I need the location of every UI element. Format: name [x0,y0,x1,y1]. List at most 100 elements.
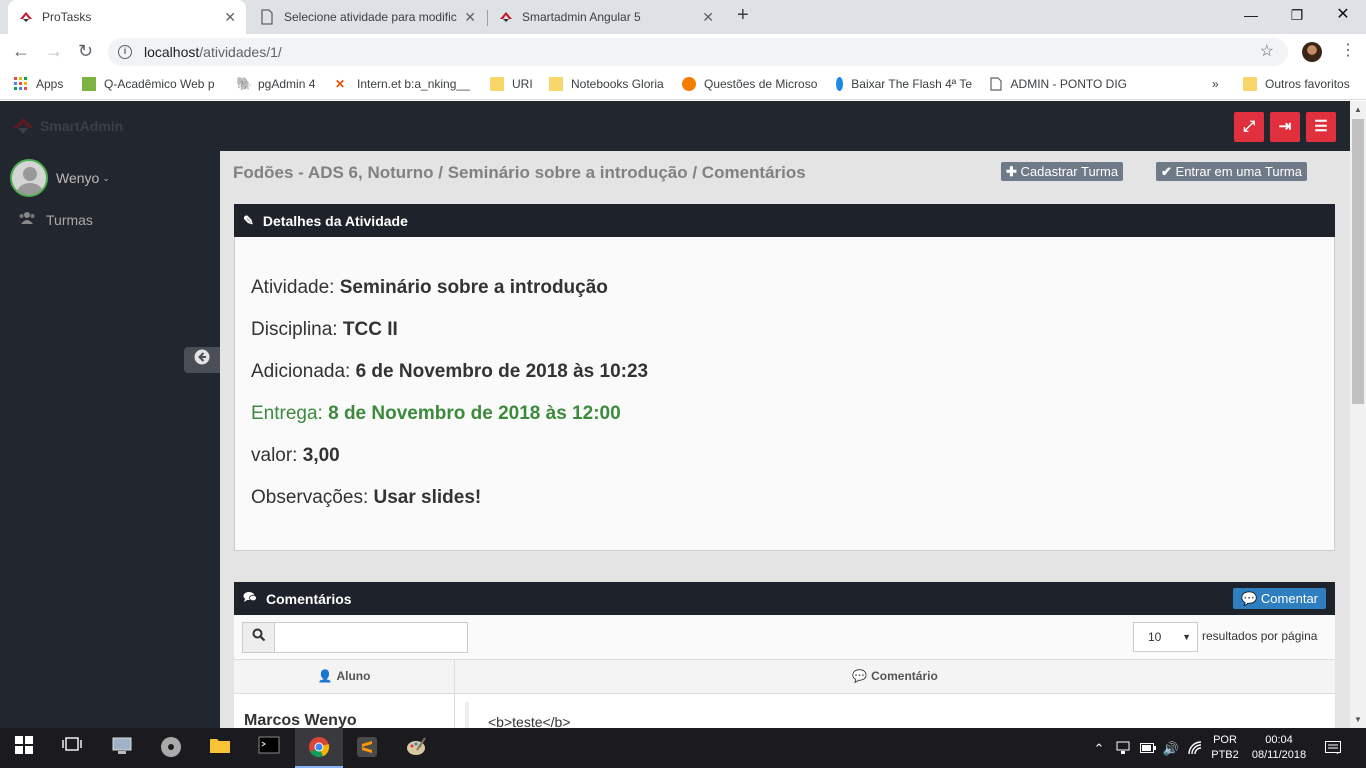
app-header: SmartAdmin ⤢ ⇥ ☰ [0,101,1350,151]
bookmark-outros-favoritos[interactable]: Outros favoritos [1243,77,1350,91]
entrar-turma-button[interactable]: ✔ Entrar em uma Turma [1156,162,1307,181]
cadastrar-turma-button[interactable]: ✚ Cadastrar Turma [1001,162,1124,181]
detail-value: 8 de Novembro de 2018 às 12:00 [328,403,621,424]
bookmark-questoes[interactable]: Questões de Microso [682,77,818,91]
logout-button[interactable]: ⇥ [1270,112,1300,142]
fullscreen-icon: ⤢ [1242,118,1255,135]
table-filter-bar: 10 ▼ resultados por página [234,615,1335,659]
clock-time: 00:04 [1265,734,1293,746]
column-header-comentario[interactable]: 💬 Comentário [455,660,1335,693]
logout-icon: ⇥ [1278,118,1292,135]
bookmark-pgadmin[interactable]: 🐘 pgAdmin 4 [236,77,315,91]
app-logo: SmartAdmin [12,116,123,136]
bookmark-q-academico[interactable]: Q-Acadêmico Web p [82,77,218,91]
document-icon [260,9,276,25]
minify-sidebar-button[interactable] [184,347,220,373]
tray-chevron-up-icon[interactable]: ⌃ [1090,728,1108,768]
terminal-icon[interactable] [257,736,281,760]
battery-icon[interactable] [1138,728,1158,768]
chevron-down-icon: ⌄ [102,172,110,183]
tab-protasks[interactable]: ProTasks ✕ [8,0,246,34]
menu-icon: ☰ [1314,118,1328,135]
bookmark-uri[interactable]: URI [490,77,533,91]
bookmark-star-icon[interactable]: ☆ [1260,41,1274,61]
forward-icon[interactable]: → [45,41,63,62]
keyboard-layout: PTB2 [1211,749,1239,761]
tab-selecione[interactable]: Selecione atividade para modific ✕ [250,0,486,34]
table-row: Marcos Wenyo <b>teste</b> [234,694,1335,728]
bookmark-label: Notebooks Gloria [571,77,664,91]
minimize-icon[interactable]: — [1228,0,1274,30]
bookmark-baixar[interactable]: Baixar The Flash 4ª Te [836,77,972,91]
scrollbar-thumb[interactable] [1352,119,1364,404]
restore-icon[interactable]: ❐ [1274,0,1320,30]
search-input[interactable] [274,622,468,653]
detail-value: 6 de Novembro de 2018 às 10:23 [355,361,649,382]
page-scrollbar[interactable]: ▲ ▼ [1350,101,1366,728]
reload-icon[interactable]: ↻ [78,41,93,62]
column-header-aluno[interactable]: 👤 Aluno [234,660,454,693]
bookmark-apps[interactable]: Apps [14,77,63,91]
browser-menu-icon[interactable]: ⋮ [1340,40,1356,60]
bookmarks-overflow-icon[interactable]: » [1212,77,1219,91]
address-bar[interactable]: i localhost/atividades/1/ ☆ [108,38,1288,66]
blockquote-bar [465,702,469,728]
users-icon [18,211,36,228]
pgadmin-elephant-icon: 🐘 [236,77,253,91]
windows-start-icon[interactable] [12,736,36,760]
disc-icon[interactable] [159,736,183,760]
detail-label: Atividade: [251,277,340,298]
sidebar: Wenyo ⌄ Turmas [0,151,220,728]
tray-network-drive-icon[interactable] [1112,728,1134,768]
tab-smartadmin[interactable]: Smartadmin Angular 5 ✕ [488,0,724,34]
profile-avatar[interactable] [1302,42,1322,62]
bookmarks-bar: Apps Q-Acadêmico Web p 🐘 pgAdmin 4 ✕ Inter… [0,70,1366,100]
close-icon[interactable]: ✕ [702,9,714,26]
page-size-value: 10 [1148,630,1162,644]
sublime-icon[interactable] [355,736,379,760]
detail-value: TCC II [342,319,398,340]
windows-taskbar: ⌃ 🔊 POR PTB2 00:04 08/11/2018 [0,728,1366,768]
computer-icon[interactable] [110,736,134,760]
chrome-icon[interactable] [307,736,331,760]
scroll-down-icon[interactable]: ▼ [1354,715,1362,724]
detail-observacoes: Observações: Usar slides! [251,487,481,509]
page-title: Fodões - ADS 6, Noturno / Seminário sobr… [233,163,806,182]
page-size-select[interactable]: 10 ▼ [1133,622,1198,652]
language-indicator[interactable]: POR PTB2 [1208,728,1242,768]
back-icon[interactable]: ← [12,41,30,62]
menu-button[interactable]: ☰ [1306,112,1336,142]
new-tab-icon[interactable]: + [737,4,749,27]
sidebar-item-turmas[interactable]: Turmas [18,211,93,228]
close-icon[interactable]: ✕ [224,9,236,26]
url-host: localhost [144,44,200,60]
fullscreen-button[interactable]: ⤢ [1234,112,1264,142]
bookmark-label: URI [512,77,533,91]
detail-adicionada: Adicionada: 6 de Novembro de 2018 às 10:… [251,361,648,383]
task-view-icon[interactable] [60,736,84,760]
button-label: Cadastrar Turma [1020,164,1119,179]
close-icon[interactable]: ✕ [464,9,476,26]
notifications-icon[interactable] [1320,728,1346,768]
user-info[interactable]: Wenyo ⌄ [10,159,110,197]
close-window-icon[interactable]: ✕ [1320,0,1366,30]
paint-icon[interactable] [404,736,428,760]
logo-text: SmartAdmin [40,118,124,134]
button-label: Comentar [1260,591,1318,606]
detail-label: Entrega: [251,403,329,424]
folder-icon [490,77,504,91]
file-explorer-icon[interactable] [208,736,232,760]
clock[interactable]: 00:04 08/11/2018 [1246,728,1312,768]
bookmark-admin-ponto[interactable]: ADMIN - PONTO DIG [990,77,1127,91]
bookmark-notebooks[interactable]: Notebooks Gloria [549,77,664,91]
wifi-icon[interactable] [1185,728,1207,768]
scroll-up-icon[interactable]: ▲ [1354,105,1362,114]
check-icon: ✔ [1161,164,1172,179]
bookmark-internet-banking[interactable]: ✕ Intern.et b:a_nking__ [335,77,473,91]
volume-icon[interactable]: 🔊 [1160,728,1182,768]
comentar-button[interactable]: 💬 Comentar [1233,588,1326,609]
folder-icon [1243,77,1257,91]
info-icon[interactable]: i [118,45,132,59]
table-header: 👤 Aluno 💬 Comentário [234,659,1335,694]
widget-title: Detalhes da Atividade [262,212,408,229]
